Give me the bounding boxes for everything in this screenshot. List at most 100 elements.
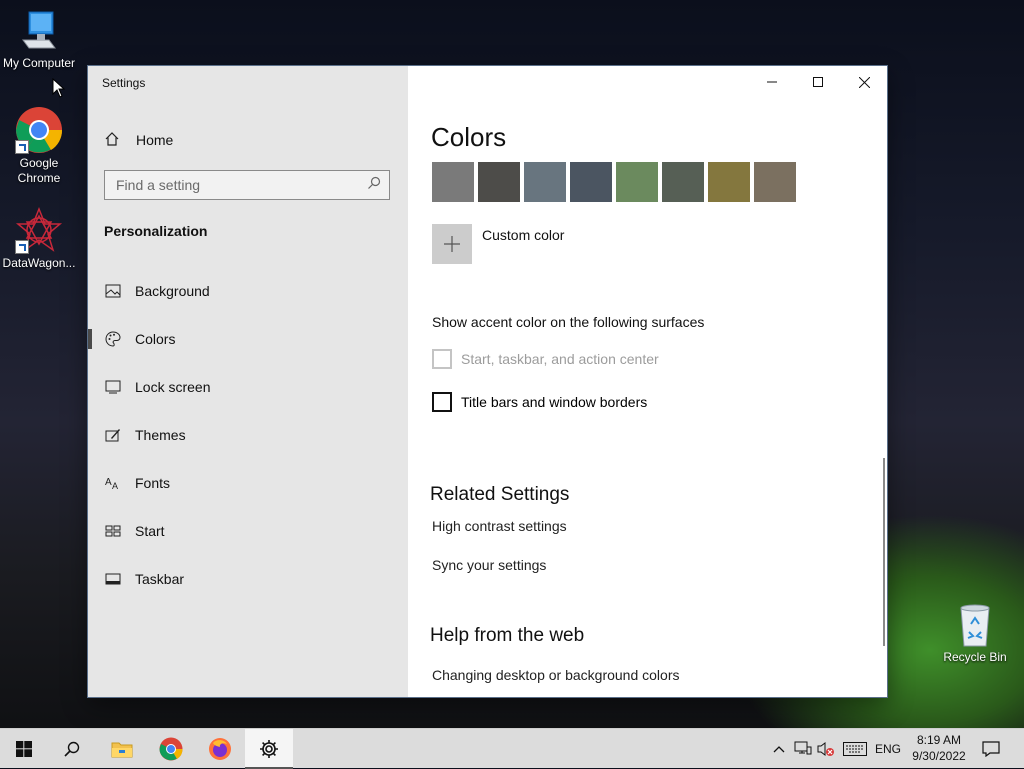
link-changing-desktop-colors[interactable]: Changing desktop or background colors <box>432 667 680 683</box>
sidebar-item-label: Home <box>136 132 174 148</box>
network-button[interactable] <box>792 729 814 769</box>
firefox-icon <box>209 738 231 760</box>
clock-time: 8:19 AM <box>916 733 962 747</box>
scrollbar[interactable] <box>883 458 885 646</box>
page-title: Colors <box>431 122 507 152</box>
desktop-icon-datawagon[interactable]: DataWagon... <box>1 206 77 271</box>
network-icon <box>794 741 812 755</box>
taskbar-settings[interactable] <box>245 729 293 769</box>
accent-color-swatches <box>432 162 796 202</box>
svg-text:A: A <box>105 477 112 488</box>
recycle-bin-icon <box>951 604 999 648</box>
color-swatch[interactable] <box>524 162 566 202</box>
sidebar-item-themes[interactable]: Themes <box>88 415 408 455</box>
sidebar-item-label: Fonts <box>135 475 171 491</box>
settings-content: Colors Custom color Show accent color on… <box>408 66 887 697</box>
chevron-up-icon <box>773 746 785 753</box>
sidebar-item-start[interactable]: Start <box>88 511 408 551</box>
sidebar-item-home[interactable]: Home <box>104 130 173 150</box>
checkbox-label: Title bars and window borders <box>461 394 648 410</box>
touch-keyboard-button[interactable] <box>840 729 870 769</box>
settings-sidebar: Settings Home Personalization Background <box>88 66 408 697</box>
custom-color-button[interactable]: Custom color <box>432 224 564 264</box>
desktop-icon-label: DataWagon... <box>2 256 76 270</box>
sidebar-item-label: Lock screen <box>135 379 211 395</box>
show-hidden-icons-button[interactable] <box>770 729 788 769</box>
checkbox-label: Start, taskbar, and action center <box>461 351 659 367</box>
chrome-icon <box>159 737 183 761</box>
sidebar-item-background[interactable]: Background <box>88 271 408 311</box>
plus-icon <box>432 224 472 264</box>
picture-icon <box>104 284 122 298</box>
color-swatch[interactable] <box>754 162 796 202</box>
sidebar-item-lock-screen[interactable]: Lock screen <box>88 367 408 407</box>
start-icon <box>104 525 122 537</box>
help-heading: Help from the web <box>430 625 585 646</box>
link-sync-settings[interactable]: Sync your settings <box>432 557 546 573</box>
windows-logo-icon <box>16 741 32 757</box>
sidebar-item-label: Background <box>135 283 210 299</box>
volume-muted-icon <box>817 742 834 756</box>
computer-icon <box>15 10 63 54</box>
svg-text:A: A <box>112 481 118 490</box>
file-explorer-icon <box>111 742 133 758</box>
keyboard-icon <box>843 742 867 756</box>
color-swatch[interactable] <box>432 162 474 202</box>
taskbar-chrome[interactable] <box>147 729 195 769</box>
taskbar-firefox[interactable] <box>196 729 244 769</box>
start-button[interactable] <box>0 729 48 769</box>
clock[interactable]: 8:19 AM 9/30/2022 <box>906 732 972 764</box>
search-icon[interactable] <box>367 176 381 195</box>
themes-icon <box>104 427 122 443</box>
desktop-icon-recycle-bin[interactable]: Recycle Bin <box>937 604 1013 665</box>
notification-icon <box>982 741 1000 757</box>
shortcut-arrow-icon <box>15 140 29 154</box>
section-heading: Personalization <box>104 223 208 239</box>
sidebar-item-taskbar[interactable]: Taskbar <box>88 559 408 599</box>
color-swatch[interactable] <box>662 162 704 202</box>
link-high-contrast[interactable]: High contrast settings <box>432 518 567 534</box>
chrome-icon <box>15 106 63 154</box>
checkbox-start-taskbar[interactable]: Start, taskbar, and action center <box>432 349 659 369</box>
related-settings-heading: Related Settings <box>430 484 570 505</box>
taskbar-file-explorer[interactable] <box>98 729 146 769</box>
search-input[interactable] <box>116 177 346 193</box>
desktop-icon-label: Google Chrome <box>17 156 61 185</box>
color-swatch[interactable] <box>616 162 658 202</box>
taskbar: ENG 8:19 AM 9/30/2022 <box>0 728 1024 769</box>
search-icon <box>64 741 80 757</box>
desktop-icon-label: My Computer <box>2 56 76 70</box>
datawagon-logo-icon <box>15 206 63 254</box>
taskbar-icon <box>104 573 122 585</box>
sidebar-item-label: Colors <box>135 331 176 347</box>
language-indicator[interactable]: ENG <box>872 729 904 769</box>
checkbox-title-bars[interactable]: Title bars and window borders <box>432 392 647 412</box>
fonts-icon: AA <box>104 476 122 490</box>
sidebar-item-label: Themes <box>135 427 186 443</box>
sidebar-item-label: Start <box>135 523 165 539</box>
sidebar-item-colors[interactable]: Colors <box>88 319 408 359</box>
color-swatch[interactable] <box>708 162 750 202</box>
sidebar-item-label: Taskbar <box>135 571 185 587</box>
desktop-icon-my-computer[interactable]: My Computer <box>1 10 77 71</box>
search-button[interactable] <box>48 729 96 769</box>
action-center-button[interactable] <box>978 729 1004 769</box>
color-swatch[interactable] <box>570 162 612 202</box>
desktop-icon-google-chrome[interactable]: Google Chrome <box>1 106 77 186</box>
checkbox-box[interactable] <box>432 349 452 369</box>
desktop-icon-label: Recycle Bin <box>943 650 1007 664</box>
mouse-cursor-icon <box>52 78 66 98</box>
surfaces-heading: Show accent color on the following surfa… <box>432 314 705 330</box>
custom-color-label: Custom color <box>482 227 565 243</box>
palette-icon <box>104 331 122 347</box>
sidebar-item-fonts[interactable]: AA Fonts <box>88 463 408 503</box>
search-box[interactable] <box>104 170 390 200</box>
settings-icon <box>260 740 278 758</box>
home-icon <box>104 131 122 150</box>
clock-date: 9/30/2022 <box>912 749 966 763</box>
window-title: Settings <box>102 76 146 90</box>
volume-button[interactable] <box>815 729 837 769</box>
color-swatch[interactable] <box>478 162 520 202</box>
checkbox-box[interactable] <box>432 392 452 412</box>
settings-window: Settings Home Personalization Background <box>88 66 887 697</box>
